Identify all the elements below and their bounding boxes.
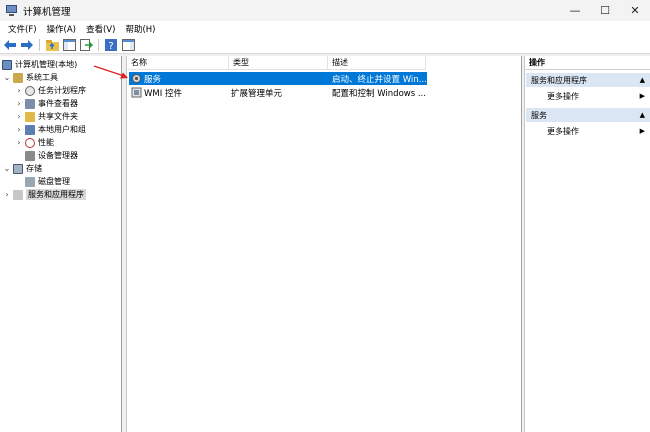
tree-item-storage[interactable]: ⌄ 存储 — [3, 162, 42, 175]
tree-item-label: 设备管理器 — [38, 151, 78, 160]
list-cell-type: 扩展管理单元 — [231, 88, 283, 99]
shared-folder-icon — [25, 111, 35, 122]
clock-icon — [25, 85, 35, 96]
close-button[interactable]: ✕ — [620, 0, 650, 21]
more-actions-item[interactable]: 更多操作 ▶ — [525, 124, 650, 138]
tree-item-performance[interactable]: › 性能 — [15, 136, 54, 149]
menu-action[interactable]: 操作(A) — [42, 23, 81, 35]
menu-bar: 文件(F) 操作(A) 查看(V) 帮助(H) — [0, 21, 650, 36]
device-manager-icon — [25, 150, 35, 161]
performance-icon — [25, 137, 35, 148]
chevron-right-icon[interactable]: › — [15, 138, 23, 147]
toolbar-separator — [39, 38, 40, 51]
tree-item-label: 性能 — [38, 138, 54, 147]
tree-item-label: 事件查看器 — [38, 99, 78, 108]
disk-icon — [25, 176, 35, 187]
window-title: 计算机管理 — [23, 6, 71, 18]
event-viewer-icon — [25, 98, 35, 109]
back-button[interactable] — [3, 38, 17, 52]
list-row-wmi-control[interactable]: WMI 控件 扩展管理单元 配置和控制 Windows ... — [129, 86, 427, 99]
annotation-arrow — [93, 65, 128, 79]
users-icon — [25, 124, 35, 135]
column-header-description[interactable]: 描述 — [328, 56, 426, 70]
menu-view[interactable]: 查看(V) — [81, 23, 120, 35]
tree-item-root[interactable]: 计算机管理(本地) — [2, 58, 77, 71]
tree-item-label: 服务和应用程序 — [26, 189, 86, 200]
list-cell-name: 服务 — [144, 74, 162, 85]
tree-item-shared-folders[interactable]: › 共享文件夹 — [15, 110, 78, 123]
computer-management-icon — [4, 4, 18, 17]
column-header-name[interactable]: 名称 — [127, 56, 229, 70]
show-hide-action-pane-button[interactable] — [121, 38, 135, 52]
up-folder-button[interactable] — [45, 38, 59, 52]
title-bar: 计算机管理 — ☐ ✕ — [0, 0, 650, 21]
wmi-control-icon — [131, 86, 142, 99]
svg-text:?: ? — [108, 41, 113, 51]
chevron-right-icon[interactable]: › — [15, 86, 23, 95]
tree-item-system-tools[interactable]: ⌄ 系统工具 — [3, 71, 58, 84]
more-actions-item[interactable]: 更多操作 ▶ — [525, 89, 650, 103]
services-apps-icon — [13, 189, 23, 200]
chevron-down-icon[interactable]: ⌄ — [3, 73, 11, 82]
submenu-arrow-icon: ▶ — [639, 127, 645, 135]
list-cell-name: WMI 控件 — [144, 88, 182, 99]
minimize-button[interactable]: — — [560, 0, 590, 21]
computer-management-icon — [2, 59, 12, 70]
actions-title: 操作 — [525, 56, 650, 70]
more-actions-label: 更多操作 — [547, 126, 579, 136]
tree-item-task-scheduler[interactable]: › 任务计划程序 — [15, 84, 86, 97]
storage-icon — [13, 163, 23, 174]
menu-help[interactable]: 帮助(H) — [120, 23, 160, 35]
column-header-type[interactable]: 类型 — [229, 56, 328, 70]
chevron-right-icon[interactable]: › — [3, 190, 11, 199]
chevron-right-icon[interactable]: › — [15, 99, 23, 108]
tree-item-device-manager[interactable]: 设备管理器 — [25, 149, 78, 162]
chevron-right-icon[interactable]: › — [15, 112, 23, 121]
tree-item-label: 共享文件夹 — [38, 112, 78, 121]
chevron-right-icon[interactable]: › — [15, 125, 23, 134]
list-cell-description: 配置和控制 Windows ... — [332, 88, 426, 99]
tree-item-local-users[interactable]: › 本地用户和组 — [15, 123, 86, 136]
actions-pane: 操作 服务和应用程序 ▲ 更多操作 ▶ 服务 ▲ 更多操作 ▶ — [524, 56, 650, 432]
actions-section-services-apps[interactable]: 服务和应用程序 ▲ — [526, 73, 650, 87]
console-tree-button[interactable] — [62, 38, 76, 52]
help-button[interactable]: ? — [104, 38, 118, 52]
tree-item-label: 存储 — [26, 164, 42, 173]
console-tree: 计算机管理(本地) ⌄ 系统工具 › 任务计划程序 › 事件查看器 › 共享文件… — [0, 56, 122, 432]
forward-button[interactable] — [20, 38, 34, 52]
actions-section-services[interactable]: 服务 ▲ — [526, 108, 650, 122]
submenu-arrow-icon: ▶ — [639, 92, 645, 100]
actions-section-label: 服务和应用程序 — [531, 75, 587, 85]
collapse-up-icon[interactable]: ▲ — [640, 111, 645, 119]
tree-item-label: 计算机管理(本地) — [15, 60, 78, 69]
chevron-down-icon[interactable]: ⌄ — [3, 164, 11, 173]
tree-item-event-viewer[interactable]: › 事件查看器 — [15, 97, 78, 110]
more-actions-label: 更多操作 — [547, 91, 579, 101]
list-view: 名称 类型 描述 服务 启动、终止并设置 Win... WMI 控件 扩展管理单… — [126, 56, 522, 432]
collapse-up-icon[interactable]: ▲ — [640, 76, 645, 84]
export-list-button[interactable] — [79, 38, 93, 52]
tree-item-label: 本地用户和组 — [38, 125, 86, 134]
tree-item-label: 磁盘管理 — [38, 177, 70, 186]
list-cell-description: 启动、终止并设置 Win... — [332, 74, 427, 85]
toolbar: ? — [0, 36, 650, 54]
tree-item-services-apps[interactable]: › 服务和应用程序 — [3, 188, 86, 201]
tools-icon — [13, 72, 23, 83]
maximize-button[interactable]: ☐ — [590, 0, 620, 21]
toolbar-separator — [98, 38, 99, 51]
tree-item-label: 系统工具 — [26, 73, 58, 82]
tree-item-disk-management[interactable]: 磁盘管理 — [25, 175, 70, 188]
menu-file[interactable]: 文件(F) — [3, 23, 42, 35]
actions-section-label: 服务 — [531, 110, 547, 120]
tree-item-label: 任务计划程序 — [38, 86, 86, 95]
list-row-services[interactable]: 服务 启动、终止并设置 Win... — [129, 72, 427, 85]
services-icon — [131, 72, 142, 85]
